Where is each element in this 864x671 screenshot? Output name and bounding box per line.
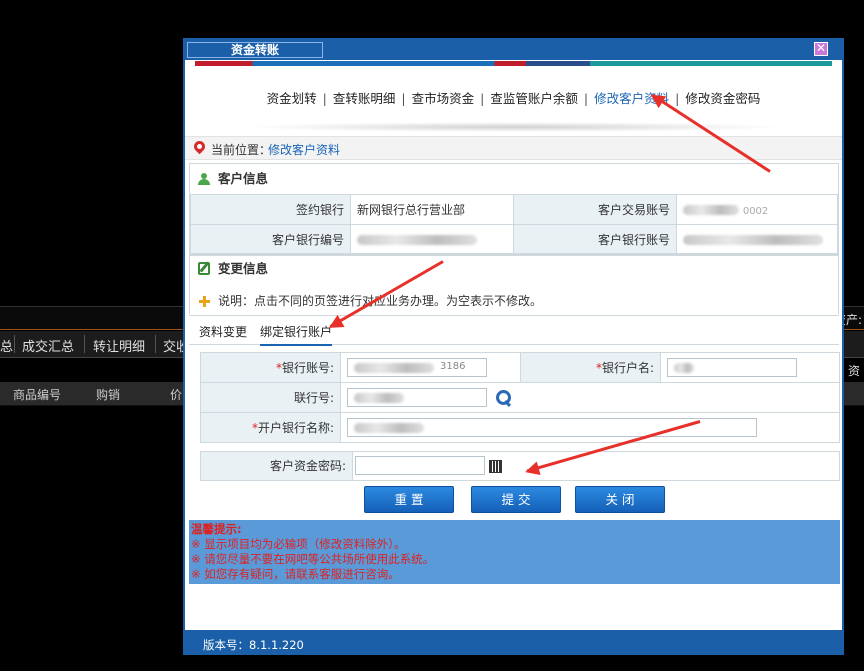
bank-name-cell [660,352,840,383]
bg-col-2: 价 [170,388,183,402]
info-icon [199,296,210,307]
nav-supervision-balance[interactable]: 查监管账户余额 [490,91,578,106]
change-info-section: 变更信息 [189,253,839,289]
breadcrumb-current[interactable]: 修改客户资料 [268,141,340,158]
open-bank-cell [340,412,840,443]
bank-account-value [676,224,838,255]
dialog-titlebar[interactable]: 资金转账 ✕ [185,40,842,60]
bg-tab-2[interactable]: 转让明细 [93,336,145,355]
fund-password-row: 客户资金密码: [200,451,840,481]
fund-password-label: 客户资金密码: [201,452,353,480]
trade-account-value: 0002 [676,194,838,225]
customer-info-title: 客户信息 [218,171,269,186]
close-button[interactable]: 关 闭 [575,486,665,513]
masked-value [354,423,424,433]
tips-title: 温馨提示: [191,522,242,536]
user-icon [198,173,210,186]
customer-info-table: 签约银行 新网银行总行营业部 客户交易账号 0002 客户银行编号 客户银行账号 [190,194,838,255]
fund-password-input[interactable] [355,456,485,475]
change-info-heading: 变更信息 [190,254,838,284]
bank-label: 签约银行 [190,194,351,225]
bank-value: 新网银行总行营业部 [350,194,514,225]
bg-col-1: 购销 [96,388,121,402]
bind-bank-form: *银行账号: 3186 *银行户名: 联行号: *开户银行名称: [200,352,840,443]
bank-account-cell: 3186 [340,352,521,383]
dialog-nav: 资金划转 | 查转账明细 | 查市场资金 | 查监管账户余额 | 修改客户资料 | 修改资金密码 [266,91,761,106]
masked-value [674,363,694,373]
tip-2: ※ 请您尽量不要在网吧等公共场所使用此系统。 [191,552,435,566]
bg-tab-divider [84,335,85,353]
bank-account-input[interactable]: 3186 [347,358,487,377]
bank-no-value [350,224,514,255]
nav-modify-fund-password[interactable]: 修改资金密码 [685,91,760,106]
tips-box: 温馨提示: ※ 显示项目均为必输项（修改资料除外）。 ※ 请您尽量不要在网吧等公… [189,520,840,584]
bank-name-field-label: *银行户名: [520,352,661,383]
bg-tab-0[interactable]: 总 [0,336,13,355]
masked-value [683,235,823,245]
masked-value [683,205,739,215]
decorative-stripes [195,61,832,66]
branch-no-cell [340,382,840,413]
tab-profile-change[interactable]: 资料变更 [199,323,247,340]
nav-market-fund[interactable]: 查市场资金 [412,91,475,106]
branch-no-input[interactable] [347,388,487,407]
nav-fund-transfer[interactable]: 资金划转 [267,91,317,106]
bank-account-label: 客户银行账号 [513,224,677,255]
bg-col-0: 商品编号 [13,388,62,402]
tip-3: ※ 如您存有疑问，请联系客服进行咨询。 [191,567,400,581]
bg-tab-1[interactable]: 成交汇总 [22,336,74,355]
dialog-title: 资金转账 [187,42,323,58]
bank-account-field-label: *银行账号: [200,352,341,383]
search-icon[interactable] [495,389,512,406]
trade-account-label: 客户交易账号 [513,194,677,225]
masked-value [354,393,404,403]
keyboard-icon[interactable] [489,460,502,473]
location-pin-icon [191,138,208,155]
notice-text-row: 说明：点击不同的页签进行对应业务办理。为空表示不修改。 [189,288,839,314]
submit-button[interactable]: 提 交 [471,486,561,513]
bg-tab-divider [155,335,156,353]
fund-transfer-dialog: 资金转账 ✕ 资金划转 | 查转账明细 | 查市场资金 | 查监管账户余额 | 修改客户资料 | 修… [183,38,844,655]
fund-password-cell [353,452,839,480]
bank-no-label: 客户银行编号 [190,224,351,255]
branch-no-field-label: 联行号: [200,382,341,413]
masked-value [357,235,477,245]
nav-transfer-detail[interactable]: 查转账明细 [333,91,396,106]
breadcrumb-label: 当前位置： [211,143,272,157]
change-info-title: 变更信息 [218,261,269,276]
reset-button[interactable]: 重 置 [364,486,454,513]
version-footer: 版本号：8.1.1.220 [185,630,842,655]
customer-info-heading: 客户信息 [190,164,838,194]
change-tabs: 资料变更 绑定银行账户 [189,315,839,346]
customer-info-section: 客户信息 签约银行 新网银行总行营业部 客户交易账号 0002 客户银行编号 客… [189,163,839,256]
tab-bind-bank-account[interactable]: 绑定银行账户 [260,323,333,346]
version-text: 版本号：8.1.1.220 [203,638,304,652]
open-bank-field-label: *开户银行名称: [200,412,341,443]
bg-tab-divider [14,335,15,353]
tip-1: ※ 显示项目均为必输项（修改资料除外）。 [191,537,406,551]
background-right-label: 资 [847,364,860,378]
close-icon[interactable]: ✕ [814,42,828,56]
masked-value [354,363,434,373]
edit-icon [198,262,210,275]
bank-name-input[interactable] [667,358,797,377]
